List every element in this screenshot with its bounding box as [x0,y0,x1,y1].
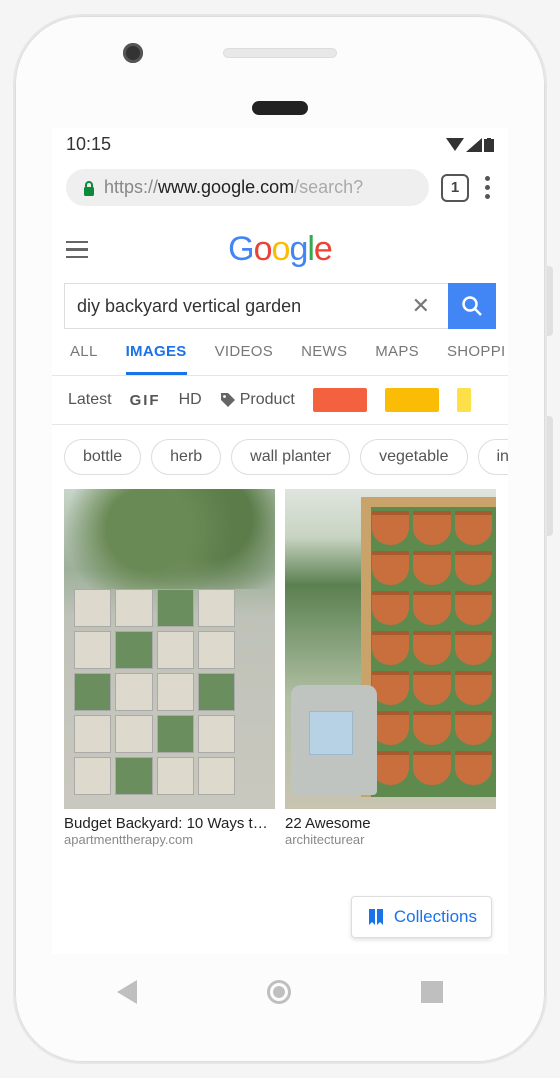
category-tabs: ALL IMAGES VIDEOS NEWS MAPS SHOPPI [52,329,508,376]
result-card[interactable]: 22 Awesome architecturear [285,489,496,847]
tab-images[interactable]: IMAGES [126,343,187,375]
filter-gif[interactable]: GIF [130,392,161,409]
tab-switcher[interactable]: 1 [441,174,469,202]
url-bar[interactable]: https://www.google.com/search? [66,169,429,206]
result-thumbnail[interactable] [285,489,496,809]
home-button[interactable] [267,980,291,1004]
overflow-menu-icon[interactable] [481,176,494,199]
bookmark-icon [366,907,386,927]
result-thumbnail[interactable] [64,489,275,809]
collections-label: Collections [394,907,477,927]
pill-indoor[interactable]: indoo [478,439,509,475]
phone-frame: 10:15 https://www.google.com/search? 1 [13,14,547,1064]
search-icon [461,295,483,317]
recent-apps-button[interactable] [421,981,443,1003]
color-swatch-orange[interactable] [313,388,367,412]
search-box[interactable]: ✕ [64,283,448,329]
collections-button[interactable]: Collections [351,896,492,938]
speaker-grille [223,48,337,58]
search-input[interactable] [77,296,406,317]
pill-wall-planter[interactable]: wall planter [231,439,350,475]
color-swatch-yellow[interactable] [457,388,471,412]
url-host: www.google.com [158,177,294,198]
status-icons [446,138,494,152]
sensor-bar [252,101,308,115]
filter-latest[interactable]: Latest [68,391,112,409]
result-source: architecturear [285,832,496,847]
volume-button [547,416,553,536]
pill-herb[interactable]: herb [151,439,221,475]
url-path: /search? [294,177,363,198]
browser-omnibox-row: https://www.google.com/search? 1 [52,159,508,220]
pill-bottle[interactable]: bottle [64,439,141,475]
menu-icon[interactable] [66,241,88,259]
google-logo[interactable]: Google [228,230,332,269]
pill-vegetable[interactable]: vegetable [360,439,467,475]
tab-shopping[interactable]: SHOPPI [447,343,505,375]
wifi-icon [446,138,464,152]
filter-product[interactable]: Product [220,391,295,409]
google-header: Google [52,220,508,277]
screen: 10:15 https://www.google.com/search? 1 [52,128,508,954]
back-button[interactable] [117,980,137,1004]
result-title: Budget Backyard: 10 Ways to Use … [64,815,275,832]
android-nav-bar [52,962,508,1022]
battery-icon [484,138,494,152]
suggestion-pills: bottle herb wall planter vegetable indoo [52,425,508,489]
url-protocol: https:// [104,177,158,198]
tab-all[interactable]: ALL [70,343,98,375]
result-source: apartmenttherapy.com [64,832,275,847]
tag-icon [220,392,236,408]
signal-icon [466,138,482,152]
result-card[interactable]: Budget Backyard: 10 Ways to Use … apartm… [64,489,275,847]
status-bar: 10:15 [52,128,508,159]
image-tool-filters: Latest GIF HD Product [52,376,508,425]
tab-count: 1 [451,179,459,196]
search-button[interactable] [448,283,496,329]
power-button [547,266,553,336]
tab-videos[interactable]: VIDEOS [215,343,273,375]
color-swatch-amber[interactable] [385,388,439,412]
lock-icon [82,180,96,196]
filter-hd[interactable]: HD [179,391,202,409]
clear-icon[interactable]: ✕ [406,293,436,319]
search-row: ✕ [64,283,496,329]
front-camera [123,43,143,63]
image-results: Budget Backyard: 10 Ways to Use … apartm… [52,489,508,847]
tab-maps[interactable]: MAPS [375,343,419,375]
result-title: 22 Awesome [285,815,496,832]
tab-news[interactable]: NEWS [301,343,347,375]
clock: 10:15 [66,134,111,155]
